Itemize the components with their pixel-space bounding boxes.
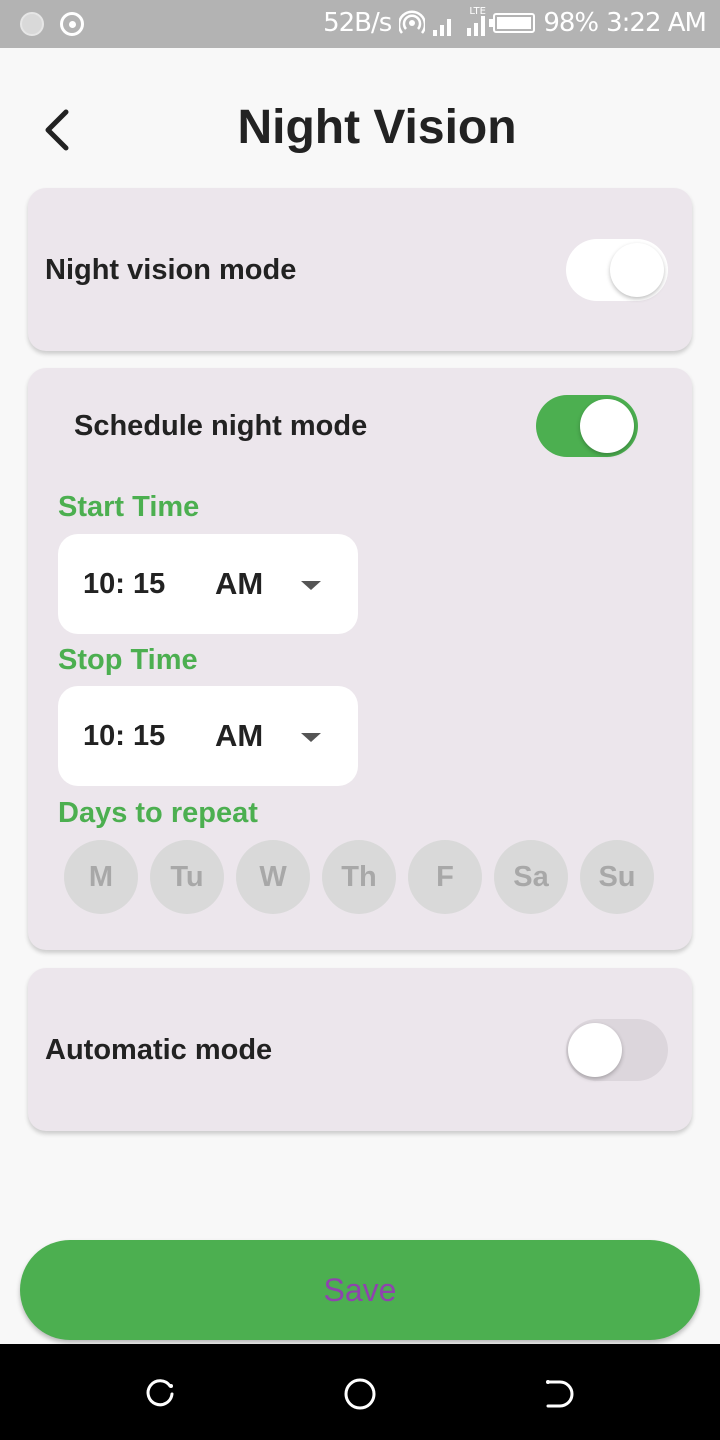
start-time-label: Start Time	[58, 491, 200, 523]
hotspot-icon	[399, 10, 426, 34]
days-label: Days to repeat	[58, 797, 258, 829]
navigation-bar	[0, 1344, 720, 1440]
status-bar: 52B/s LTE 98% 3:22 AM	[0, 0, 720, 48]
night-vision-toggle[interactable]	[566, 239, 668, 301]
day-monday[interactable]: M	[64, 840, 138, 914]
recents-icon	[146, 1379, 174, 1407]
day-friday[interactable]: F	[408, 840, 482, 914]
days-selector: M Tu W Th F Sa Su	[64, 840, 654, 914]
home-icon	[344, 1378, 376, 1410]
notification-dot-icon	[20, 12, 44, 36]
day-saturday[interactable]: Sa	[494, 840, 568, 914]
day-thursday[interactable]: Th	[322, 840, 396, 914]
schedule-label: Schedule night mode	[74, 410, 368, 442]
dropdown-arrow-icon[interactable]	[301, 581, 321, 590]
automatic-label: Automatic mode	[45, 1034, 273, 1066]
battery-percent: 98%	[543, 8, 599, 38]
clock: 3:22 AM	[606, 8, 707, 38]
start-ampm-value: AM	[215, 566, 264, 601]
save-button[interactable]: Save	[20, 1240, 700, 1340]
home-button[interactable]	[340, 1374, 380, 1414]
signal-icon	[433, 10, 459, 36]
toggle-knob	[568, 1023, 622, 1077]
back-nav-button[interactable]	[540, 1374, 580, 1414]
automatic-card: Automatic mode	[28, 968, 692, 1131]
start-time-value: 10: 15	[83, 568, 166, 600]
toggle-knob	[580, 399, 634, 453]
night-vision-label: Night vision mode	[45, 254, 297, 286]
header: Night Vision	[0, 48, 720, 188]
start-time-picker[interactable]: 10: 15 AM	[58, 534, 358, 634]
stop-time-label: Stop Time	[58, 644, 198, 676]
network-speed: 52B/s	[323, 8, 392, 38]
schedule-card: Schedule night mode Start Time 10: 15 AM…	[28, 368, 692, 950]
day-tuesday[interactable]: Tu	[150, 840, 224, 914]
recents-button[interactable]	[140, 1374, 180, 1414]
lte-signal-icon: LTE	[467, 6, 486, 36]
day-sunday[interactable]: Su	[580, 840, 654, 914]
stop-ampm-value: AM	[215, 718, 264, 753]
stop-time-value: 10: 15	[83, 720, 166, 752]
battery-icon	[489, 13, 536, 33]
sync-icon	[60, 12, 84, 36]
automatic-toggle[interactable]	[566, 1019, 668, 1081]
toggle-knob	[610, 243, 664, 297]
day-wednesday[interactable]: W	[236, 840, 310, 914]
dropdown-arrow-icon[interactable]	[301, 733, 321, 742]
back-nav-icon	[546, 1380, 574, 1408]
page-title: Night Vision	[237, 101, 517, 154]
schedule-toggle[interactable]	[536, 395, 638, 457]
stop-time-picker[interactable]: 10: 15 AM	[58, 686, 358, 786]
night-vision-card: Night vision mode	[28, 188, 692, 351]
